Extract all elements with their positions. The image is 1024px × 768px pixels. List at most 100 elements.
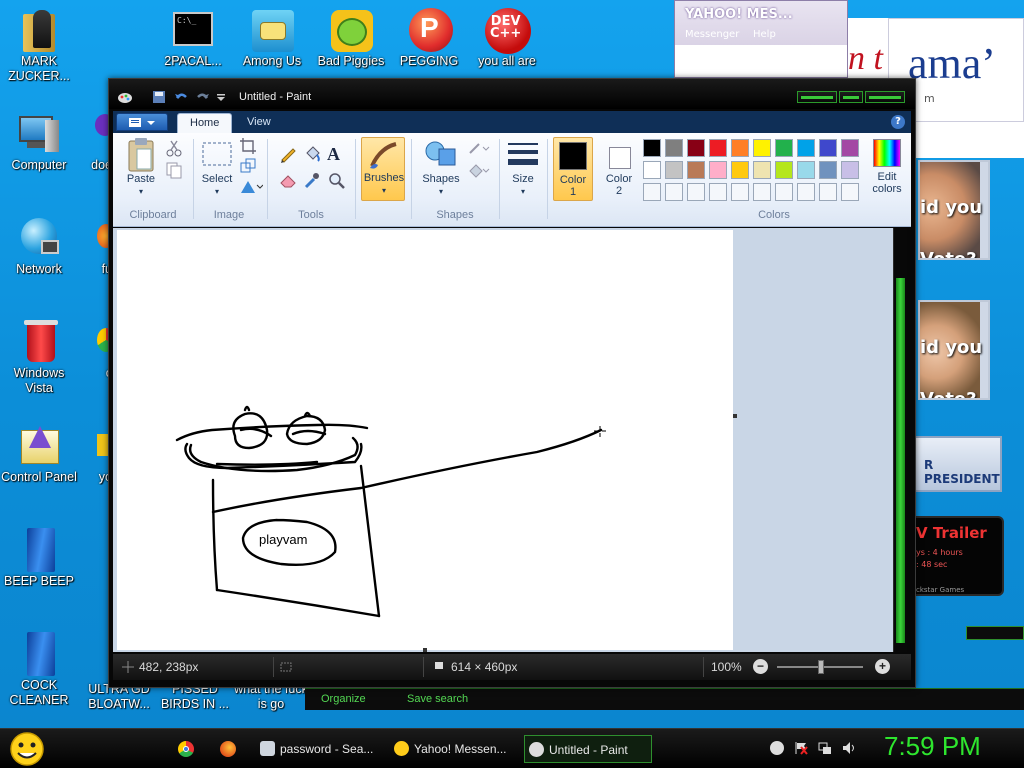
palette-swatch[interactable]: [731, 139, 749, 157]
palette-swatch[interactable]: [643, 139, 661, 157]
organize-menu[interactable]: Organize: [321, 693, 366, 705]
undo-icon[interactable]: [173, 90, 189, 104]
desktop-icon-cock-cleaner[interactable]: COCK CLEANER: [0, 632, 78, 708]
taskbar-button-yahoo-messenger[interactable]: Yahoo! Messen...: [390, 735, 514, 763]
tray-volume-icon[interactable]: [842, 741, 856, 755]
crop-icon[interactable]: [239, 137, 257, 155]
scrollbar-thumb[interactable]: [896, 278, 905, 643]
palette-swatch[interactable]: [687, 161, 705, 179]
fill-bucket-icon[interactable]: [303, 145, 321, 163]
palette-swatch[interactable]: [775, 183, 793, 201]
palette-swatch[interactable]: [731, 161, 749, 179]
zoom-slider-thumb[interactable]: [818, 660, 824, 674]
desktop-icon-c[interactable]: c: [78, 320, 112, 381]
brushes-button[interactable]: Brushes ▾: [361, 137, 405, 201]
eraser-icon[interactable]: [279, 171, 297, 189]
help-icon[interactable]: ?: [891, 115, 905, 129]
rotate-icon[interactable]: [239, 177, 264, 195]
resize-icon[interactable]: [239, 157, 257, 175]
palette-swatch[interactable]: [753, 183, 771, 201]
tab-view[interactable]: View: [235, 113, 283, 133]
palette-swatch[interactable]: [709, 183, 727, 201]
desktop-icon-doe[interactable]: doe: [78, 112, 112, 173]
size-button[interactable]: Size ▾: [505, 137, 541, 201]
palette-swatch[interactable]: [753, 139, 771, 157]
save-icon[interactable]: [151, 90, 167, 104]
palette-swatch[interactable]: [841, 139, 859, 157]
fill-icon[interactable]: [467, 161, 490, 179]
minimize-button[interactable]: [797, 91, 837, 103]
palette-swatch[interactable]: [841, 161, 859, 179]
desktop-icon-yo[interactable]: yo: [78, 424, 112, 485]
desktop-icon-windows-vista[interactable]: Windows Vista: [0, 320, 78, 396]
trailer-ad[interactable]: V Trailer ys : 4 hours : 48 sec ckstar G…: [908, 516, 1004, 596]
desktop-icon-fu[interactable]: fu: [78, 216, 112, 277]
ad-vote-1[interactable]: id you Vote?: [918, 160, 990, 260]
palette-swatch[interactable]: [709, 139, 727, 157]
ad-vote-2[interactable]: id you Vote?: [918, 300, 990, 400]
canvas-resize-handle-right[interactable]: [733, 414, 737, 418]
taskbar-button-paint[interactable]: Untitled - Paint: [524, 735, 652, 763]
zoom-slider[interactable]: [777, 660, 863, 674]
palette-swatch[interactable]: [797, 161, 815, 179]
text-tool-icon[interactable]: A: [327, 145, 345, 163]
redo-icon[interactable]: [195, 90, 211, 104]
desktop-icon-mark-zucker[interactable]: MARK ZUCKER...: [0, 8, 78, 84]
palette-swatch[interactable]: [775, 161, 793, 179]
paint-window[interactable]: Untitled - Paint Home View ? Paste ▾ Cli…: [108, 78, 916, 688]
yahoo-messenger-window[interactable]: YAHOO! MES... Messenger Help: [674, 0, 848, 78]
palette-swatch[interactable]: [775, 139, 793, 157]
canvas-workspace[interactable]: playvam: [113, 228, 893, 652]
taskbar-button-password-search[interactable]: password - Sea...: [256, 735, 380, 763]
palette-swatch[interactable]: [709, 161, 727, 179]
firefox-taskbar-icon[interactable]: [220, 741, 236, 757]
desktop-icon-control-panel[interactable]: Control Panel: [0, 424, 78, 485]
color2-button[interactable]: Color 2: [599, 137, 639, 201]
desktop-icon-among-us[interactable]: Among Us: [233, 8, 311, 69]
palette-swatch[interactable]: [687, 139, 705, 157]
pencil-icon[interactable]: [279, 145, 297, 163]
color1-button[interactable]: Color 1: [553, 137, 593, 201]
palette-swatch[interactable]: [731, 183, 749, 201]
desktop-icon-beep-beep[interactable]: BEEP BEEP: [0, 528, 78, 589]
tray-flag-icon[interactable]: [794, 741, 808, 755]
desktop-icon-bad-piggies[interactable]: Bad Piggies: [312, 8, 390, 69]
outline-icon[interactable]: [467, 139, 490, 157]
president-button[interactable]: R PRESIDENT: [904, 436, 1002, 492]
palette-swatch[interactable]: [753, 161, 771, 179]
yahoo-menu-help[interactable]: Help: [753, 29, 776, 40]
tray-language-icon[interactable]: [770, 741, 784, 755]
canvas-resize-handle-bottom[interactable]: [423, 648, 427, 652]
customize-dropdown-icon[interactable]: [215, 90, 231, 104]
zoom-out-button[interactable]: −: [753, 659, 768, 674]
save-search-button[interactable]: Save search: [407, 693, 468, 705]
desktop-icon-pegging[interactable]: P PEGGING: [390, 8, 468, 69]
maximize-button[interactable]: [839, 91, 863, 103]
palette-swatch[interactable]: [665, 161, 683, 179]
chrome-taskbar-icon[interactable]: [178, 741, 194, 757]
desktop-icon-network[interactable]: Network: [0, 216, 78, 277]
palette-swatch[interactable]: [841, 183, 859, 201]
magnifier-icon[interactable]: [327, 171, 345, 189]
palette-swatch[interactable]: [665, 183, 683, 201]
paste-button[interactable]: Paste ▾: [121, 137, 161, 203]
palette-swatch[interactable]: [819, 183, 837, 201]
cut-icon[interactable]: [165, 139, 183, 157]
drawing-canvas[interactable]: playvam: [117, 230, 733, 650]
copy-icon[interactable]: [165, 161, 183, 179]
palette-swatch[interactable]: [643, 161, 661, 179]
tray-network-icon[interactable]: [818, 741, 832, 755]
paint-menu-button[interactable]: [116, 113, 168, 131]
desktop-icon-you-all-are[interactable]: DEV C++ you all are: [468, 8, 546, 69]
color-picker-icon[interactable]: [303, 171, 321, 189]
title-bar[interactable]: Untitled - Paint: [109, 79, 915, 109]
start-button[interactable]: [6, 731, 48, 767]
desktop-icon-computer[interactable]: Computer: [0, 112, 78, 173]
shapes-button[interactable]: Shapes ▾: [419, 137, 463, 203]
palette-swatch[interactable]: [797, 139, 815, 157]
palette-swatch[interactable]: [643, 183, 661, 201]
zoom-in-button[interactable]: +: [875, 659, 890, 674]
palette-swatch[interactable]: [687, 183, 705, 201]
clock[interactable]: 7:59 PM: [884, 731, 981, 762]
palette-swatch[interactable]: [797, 183, 815, 201]
